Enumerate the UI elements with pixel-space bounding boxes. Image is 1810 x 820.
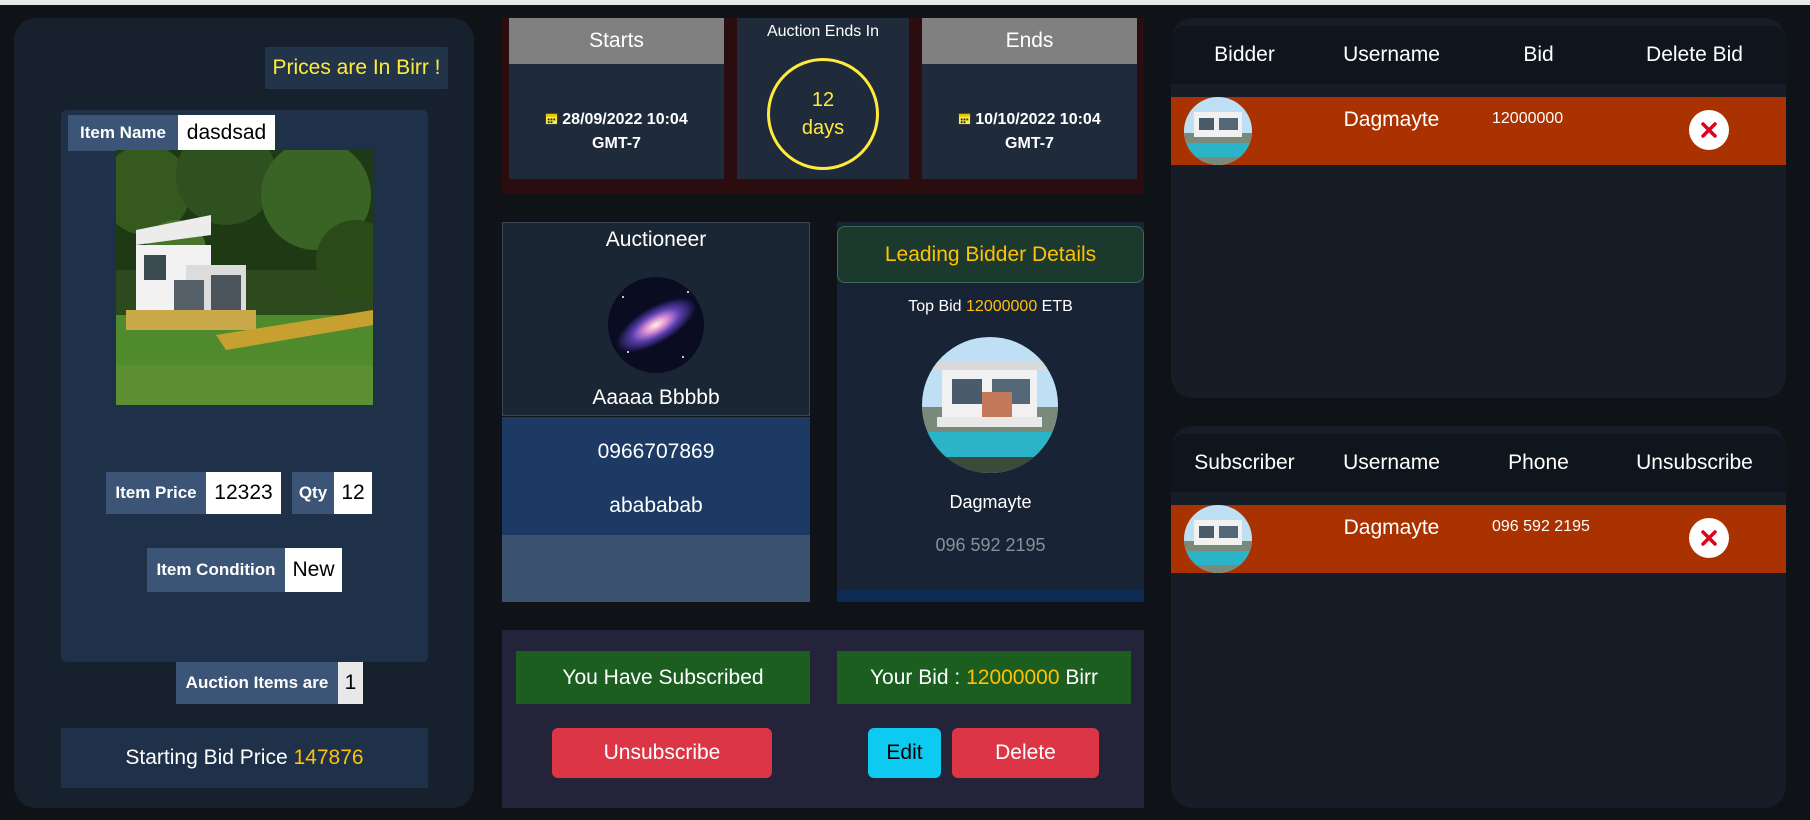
top-bid: Top Bid 12000000 ETB [837,298,1144,316]
auctioneer-title: Auctioneer [605,228,707,251]
item-name-value: dasdsad [178,115,275,151]
sub-row-phone: 096 592 2195 [1492,518,1590,535]
ends-header: Ends [922,18,1137,64]
ends-date-text: 10/10/2022 10:04 [975,111,1101,128]
starts-tz: GMT-7 [592,135,641,152]
bids-header: Bidder Username Bid Delete Bid [1171,26,1786,84]
unsubscribe-button[interactable]: Unsubscribe [552,728,772,778]
item-name-label: Item Name [68,115,178,151]
countdown-circle: 12 days [767,58,879,170]
subs-header-unsubscribe: Unsubscribe [1636,451,1753,474]
subscribed-status: You Have Subscribed [516,651,810,704]
bid-row-username: Dagmayte [1343,108,1440,131]
countdown-unit: days [801,117,845,139]
unsubscribe-row-button[interactable] [1689,518,1729,558]
bidder-avatar [1184,97,1252,165]
sub-row-username: Dagmayte [1343,516,1440,539]
item-condition-value: New [285,548,342,592]
item-price-value: 12323 [206,472,281,514]
ends-tz: GMT-7 [1005,135,1054,152]
bid-row-amount: 12000000 [1492,110,1564,127]
close-icon [1701,122,1717,138]
starts-date-text: 28/09/2022 10:04 [562,111,688,128]
ends-date: 10/10/2022 10:04 GMT-7 [922,108,1137,156]
delete-bid-button[interactable] [1689,110,1729,150]
subs-header-username: Username [1343,451,1440,474]
your-bid-prefix: Your Bid : [869,665,961,689]
your-bid-unit: Birr [1065,665,1099,689]
leading-bidder-avatar [922,337,1058,473]
starts-date: 28/09/2022 10:04 GMT-7 [509,108,724,156]
subscribers-header: Subscriber Username Phone Unsubscribe [1171,434,1786,492]
item-image [116,150,373,405]
subs-header-subscriber: Subscriber [1194,451,1295,474]
bids-header-delete: Delete Bid [1646,43,1743,66]
calendar-icon [959,113,971,125]
auction-items-value: 1 [338,662,363,704]
edit-button[interactable]: Edit [868,728,941,778]
your-bid-status: Your Bid : 12000000 Birr [837,651,1131,704]
leading-bidder-title: Leading Bidder Details [837,226,1144,283]
bids-header-bid: Bid [1523,43,1554,66]
leading-bidder-name: Dagmayte [949,492,1032,512]
top-bid-value: 12000000 [966,298,1038,315]
prices-note: Prices are In Birr ! [265,47,448,89]
bids-header-bidder: Bidder [1214,43,1275,66]
top-bid-unit: ETB [1041,298,1073,315]
starting-bid: Starting Bid Price 147876 [61,728,428,788]
delete-button[interactable]: Delete [952,728,1099,778]
leading-bidder-phone: 096 592 2195 [935,535,1046,555]
calendar-icon [546,113,558,125]
subscriber-avatar [1184,505,1252,573]
qty-value: 12 [334,472,372,514]
starting-bid-label: Starting Bid Price [125,746,288,769]
countdown-number: 12 [811,89,835,111]
auction-items-label: Auction Items are [176,662,338,704]
item-condition-label: Item Condition [147,548,285,592]
auctioneer-footer [502,535,810,602]
top-bid-prefix: Top Bid [908,298,962,315]
item-price-label: Item Price [106,472,206,514]
qty-label: Qty [292,472,334,514]
leading-bidder-footer [837,590,1144,602]
top-border [0,0,1810,5]
subs-header-phone: Phone [1508,451,1569,474]
starts-header: Starts [509,18,724,64]
auctioneer-phone: 0966707869 [597,440,715,463]
bids-header-username: Username [1343,43,1440,66]
starting-bid-value: 147876 [293,746,364,769]
ends-in-label: Auction Ends In [766,23,880,40]
auctioneer-extra: abababab [609,494,703,517]
your-bid-value: 12000000 [966,665,1060,689]
auctioneer-name: Aaaaa Bbbbb [592,386,720,409]
close-icon [1701,530,1717,546]
auctioneer-avatar [608,277,704,373]
